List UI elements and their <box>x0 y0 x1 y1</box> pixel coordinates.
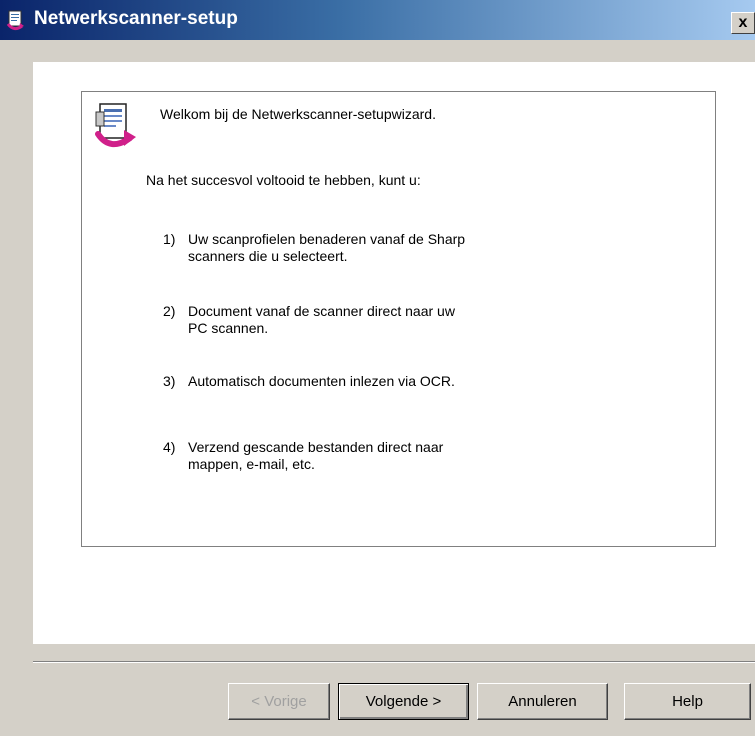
list-item: 2) Document vanaf de scanner direct naar… <box>163 303 455 337</box>
list-item-number: 4) <box>163 439 176 455</box>
setup-window: Netwerkscanner-setup x Welkom bij de Net… <box>0 0 755 736</box>
back-button[interactable]: < Vorige <box>228 683 330 720</box>
help-button[interactable]: Help <box>624 683 751 720</box>
scanner-setup-icon <box>6 10 28 32</box>
list-item-number: 1) <box>163 231 176 247</box>
list-item-text: Automatisch documenten inlezen via OCR. <box>188 373 455 389</box>
close-button[interactable]: x <box>731 12 755 34</box>
list-item-text: Document vanaf de scanner direct naar uw… <box>188 303 455 336</box>
list-item: 4) Verzend gescande bestanden direct naa… <box>163 439 443 473</box>
list-item-text: Uw scanprofielen benaderen vanaf de Shar… <box>188 231 466 264</box>
title-bar[interactable]: Netwerkscanner-setup x <box>0 0 755 40</box>
wizard-document-icon <box>88 100 142 154</box>
list-item: 3) Automatisch documenten inlezen via OC… <box>163 373 455 390</box>
list-item-text: Verzend gescande bestanden direct naar m… <box>188 439 444 472</box>
next-button[interactable]: Volgende > <box>338 683 469 720</box>
welcome-heading: Welkom bij de Netwerkscanner-setupwizard… <box>160 106 436 122</box>
cancel-button[interactable]: Annuleren <box>477 683 608 720</box>
list-item: 1) Uw scanprofielen benaderen vanaf de S… <box>163 231 465 265</box>
list-item-number: 2) <box>163 303 176 319</box>
window-title: Netwerkscanner-setup <box>34 8 238 29</box>
footer-separator <box>33 661 755 663</box>
intro-text: Na het succesvol voltooid te hebben, kun… <box>146 172 421 188</box>
list-item-number: 3) <box>163 373 176 389</box>
